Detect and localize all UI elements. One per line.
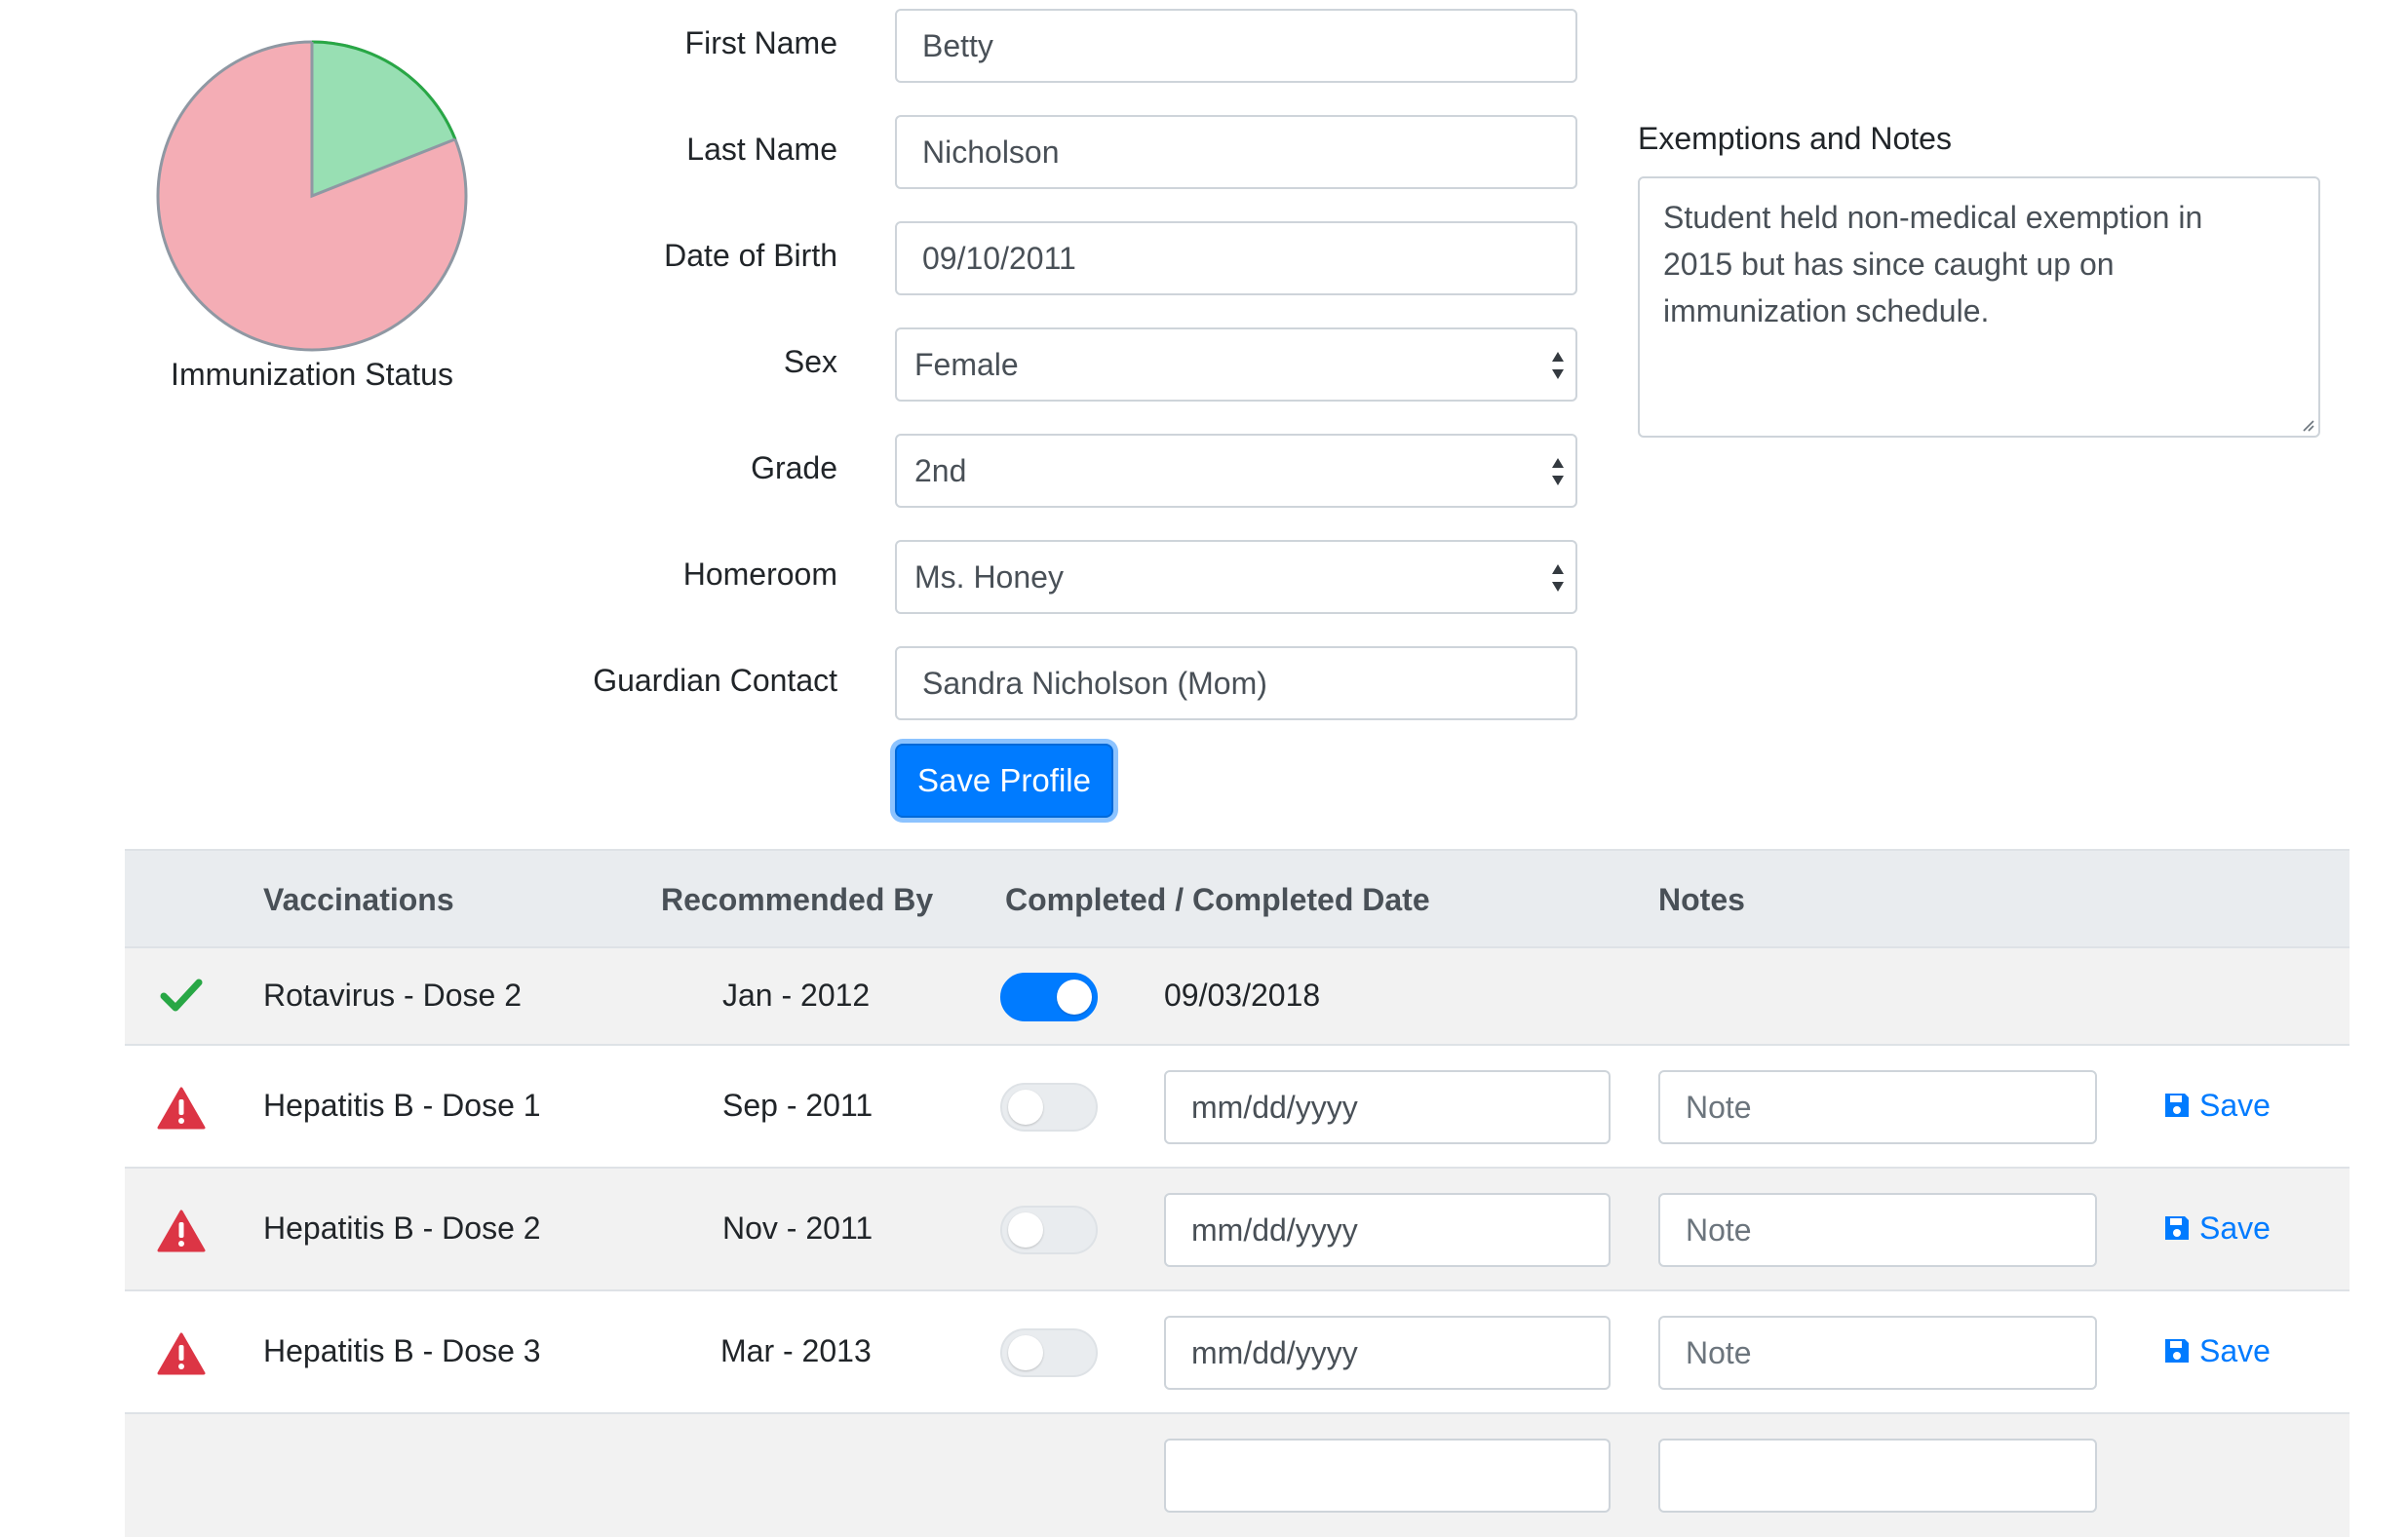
select-arrows-icon (1552, 352, 1564, 379)
dob-input[interactable]: 09/10/2011 (895, 221, 1577, 295)
exemptions-line: 2015 but has since caught up on (1663, 247, 2115, 282)
completed-date-input[interactable] (1164, 1439, 1611, 1513)
guardian-input[interactable]: Sandra Nicholson (Mom) (895, 646, 1577, 720)
save-label: Save (2199, 1210, 2271, 1246)
select-arrows-icon (1552, 564, 1564, 592)
toggle-knob (1008, 1212, 1043, 1248)
table-row (125, 1414, 2350, 1537)
vaccination-name: Rotavirus - Dose 2 (263, 978, 522, 1013)
save-row-button[interactable]: Save (2162, 1210, 2271, 1247)
warning-icon (157, 1332, 206, 1375)
grade-label: Grade (751, 450, 837, 485)
floppy-disk-icon (2165, 1216, 2189, 1240)
grade-select[interactable]: 2nd (895, 434, 1577, 508)
warning-icon (157, 1210, 206, 1252)
table-row: Hepatitis B - Dose 2 Nov - 2011 mm/dd/yy… (125, 1169, 2350, 1291)
toggle-knob (1008, 1090, 1043, 1125)
table-header: Vaccinations Recommended By Completed / … (125, 849, 2350, 948)
first-name-input[interactable]: Betty (895, 9, 1577, 83)
header-recommended-by: Recommended By (661, 882, 934, 917)
header-completed: Completed / Completed Date (1005, 882, 1430, 917)
table-row: Hepatitis B - Dose 1 Sep - 2011 mm/dd/yy… (125, 1046, 2350, 1169)
exemptions-line: Student held non-medical exemption in (1663, 200, 2203, 235)
completed-date-input[interactable]: mm/dd/yyyy (1164, 1316, 1611, 1390)
save-label: Save (2199, 1088, 2271, 1123)
resize-handle-icon[interactable] (2299, 416, 2314, 432)
sex-selected-value: Female (914, 347, 1019, 382)
exemptions-label: Exemptions and Notes (1638, 121, 1952, 156)
completed-toggle[interactable] (1000, 1206, 1098, 1254)
pie-caption: Immunization Status (171, 357, 453, 392)
recommended-date: Jan - 2012 (722, 978, 871, 1013)
save-row-button[interactable]: Save (2162, 1333, 2271, 1369)
sex-label: Sex (783, 344, 837, 379)
floppy-disk-icon (2165, 1094, 2189, 1117)
save-label: Save (2199, 1333, 2271, 1368)
immunization-status-pie (156, 40, 468, 352)
header-notes: Notes (1658, 882, 1745, 917)
exemptions-line: immunization schedule. (1663, 293, 1990, 328)
completed-toggle[interactable] (1000, 973, 1098, 1021)
last-name-label: Last Name (686, 132, 837, 167)
save-row-button[interactable]: Save (2162, 1088, 2271, 1124)
select-arrows-icon (1552, 458, 1564, 485)
grade-selected-value: 2nd (914, 453, 967, 488)
completed-date-input[interactable]: mm/dd/yyyy (1164, 1193, 1611, 1267)
recommended-date: Sep - 2011 (722, 1088, 874, 1123)
recommended-date: Nov - 2011 (722, 1210, 874, 1246)
dob-label: Date of Birth (664, 238, 837, 273)
note-input[interactable]: Note (1658, 1193, 2097, 1267)
first-name-label: First Name (684, 25, 837, 60)
recommended-date: Mar - 2013 (720, 1333, 872, 1368)
note-input[interactable]: Note (1658, 1070, 2097, 1144)
completed-toggle[interactable] (1000, 1328, 1098, 1377)
homeroom-label: Homeroom (682, 557, 837, 592)
floppy-disk-icon (2165, 1339, 2189, 1363)
guardian-label: Guardian Contact (593, 663, 837, 698)
table-row: Rotavirus - Dose 2 Jan - 2012 09/03/2018 (125, 948, 2350, 1046)
toggle-knob (1008, 1335, 1043, 1370)
completed-toggle[interactable] (1000, 1083, 1098, 1132)
exemptions-textarea[interactable]: Student held non-medical exemption in 20… (1638, 176, 2320, 438)
vaccinations-table: Vaccinations Recommended By Completed / … (125, 849, 2350, 1537)
save-profile-button[interactable]: Save Profile (895, 744, 1113, 818)
toggle-knob (1057, 980, 1092, 1015)
table-row: Hepatitis B - Dose 3 Mar - 2013 mm/dd/yy… (125, 1291, 2350, 1414)
header-vaccinations: Vaccinations (263, 882, 454, 917)
check-icon (160, 979, 203, 1012)
note-input[interactable] (1658, 1439, 2097, 1513)
vaccination-name: Hepatitis B - Dose 2 (263, 1210, 541, 1246)
homeroom-select[interactable]: Ms. Honey (895, 540, 1577, 614)
vaccination-name: Hepatitis B - Dose 3 (263, 1333, 541, 1368)
homeroom-selected-value: Ms. Honey (914, 559, 1064, 595)
warning-icon (157, 1087, 206, 1130)
completed-date: 09/03/2018 (1164, 978, 1321, 1013)
sex-select[interactable]: Female (895, 327, 1577, 402)
note-input[interactable]: Note (1658, 1316, 2097, 1390)
vaccination-name: Hepatitis B - Dose 1 (263, 1088, 541, 1123)
completed-date-input[interactable]: mm/dd/yyyy (1164, 1070, 1611, 1144)
last-name-input[interactable]: Nicholson (895, 115, 1577, 189)
